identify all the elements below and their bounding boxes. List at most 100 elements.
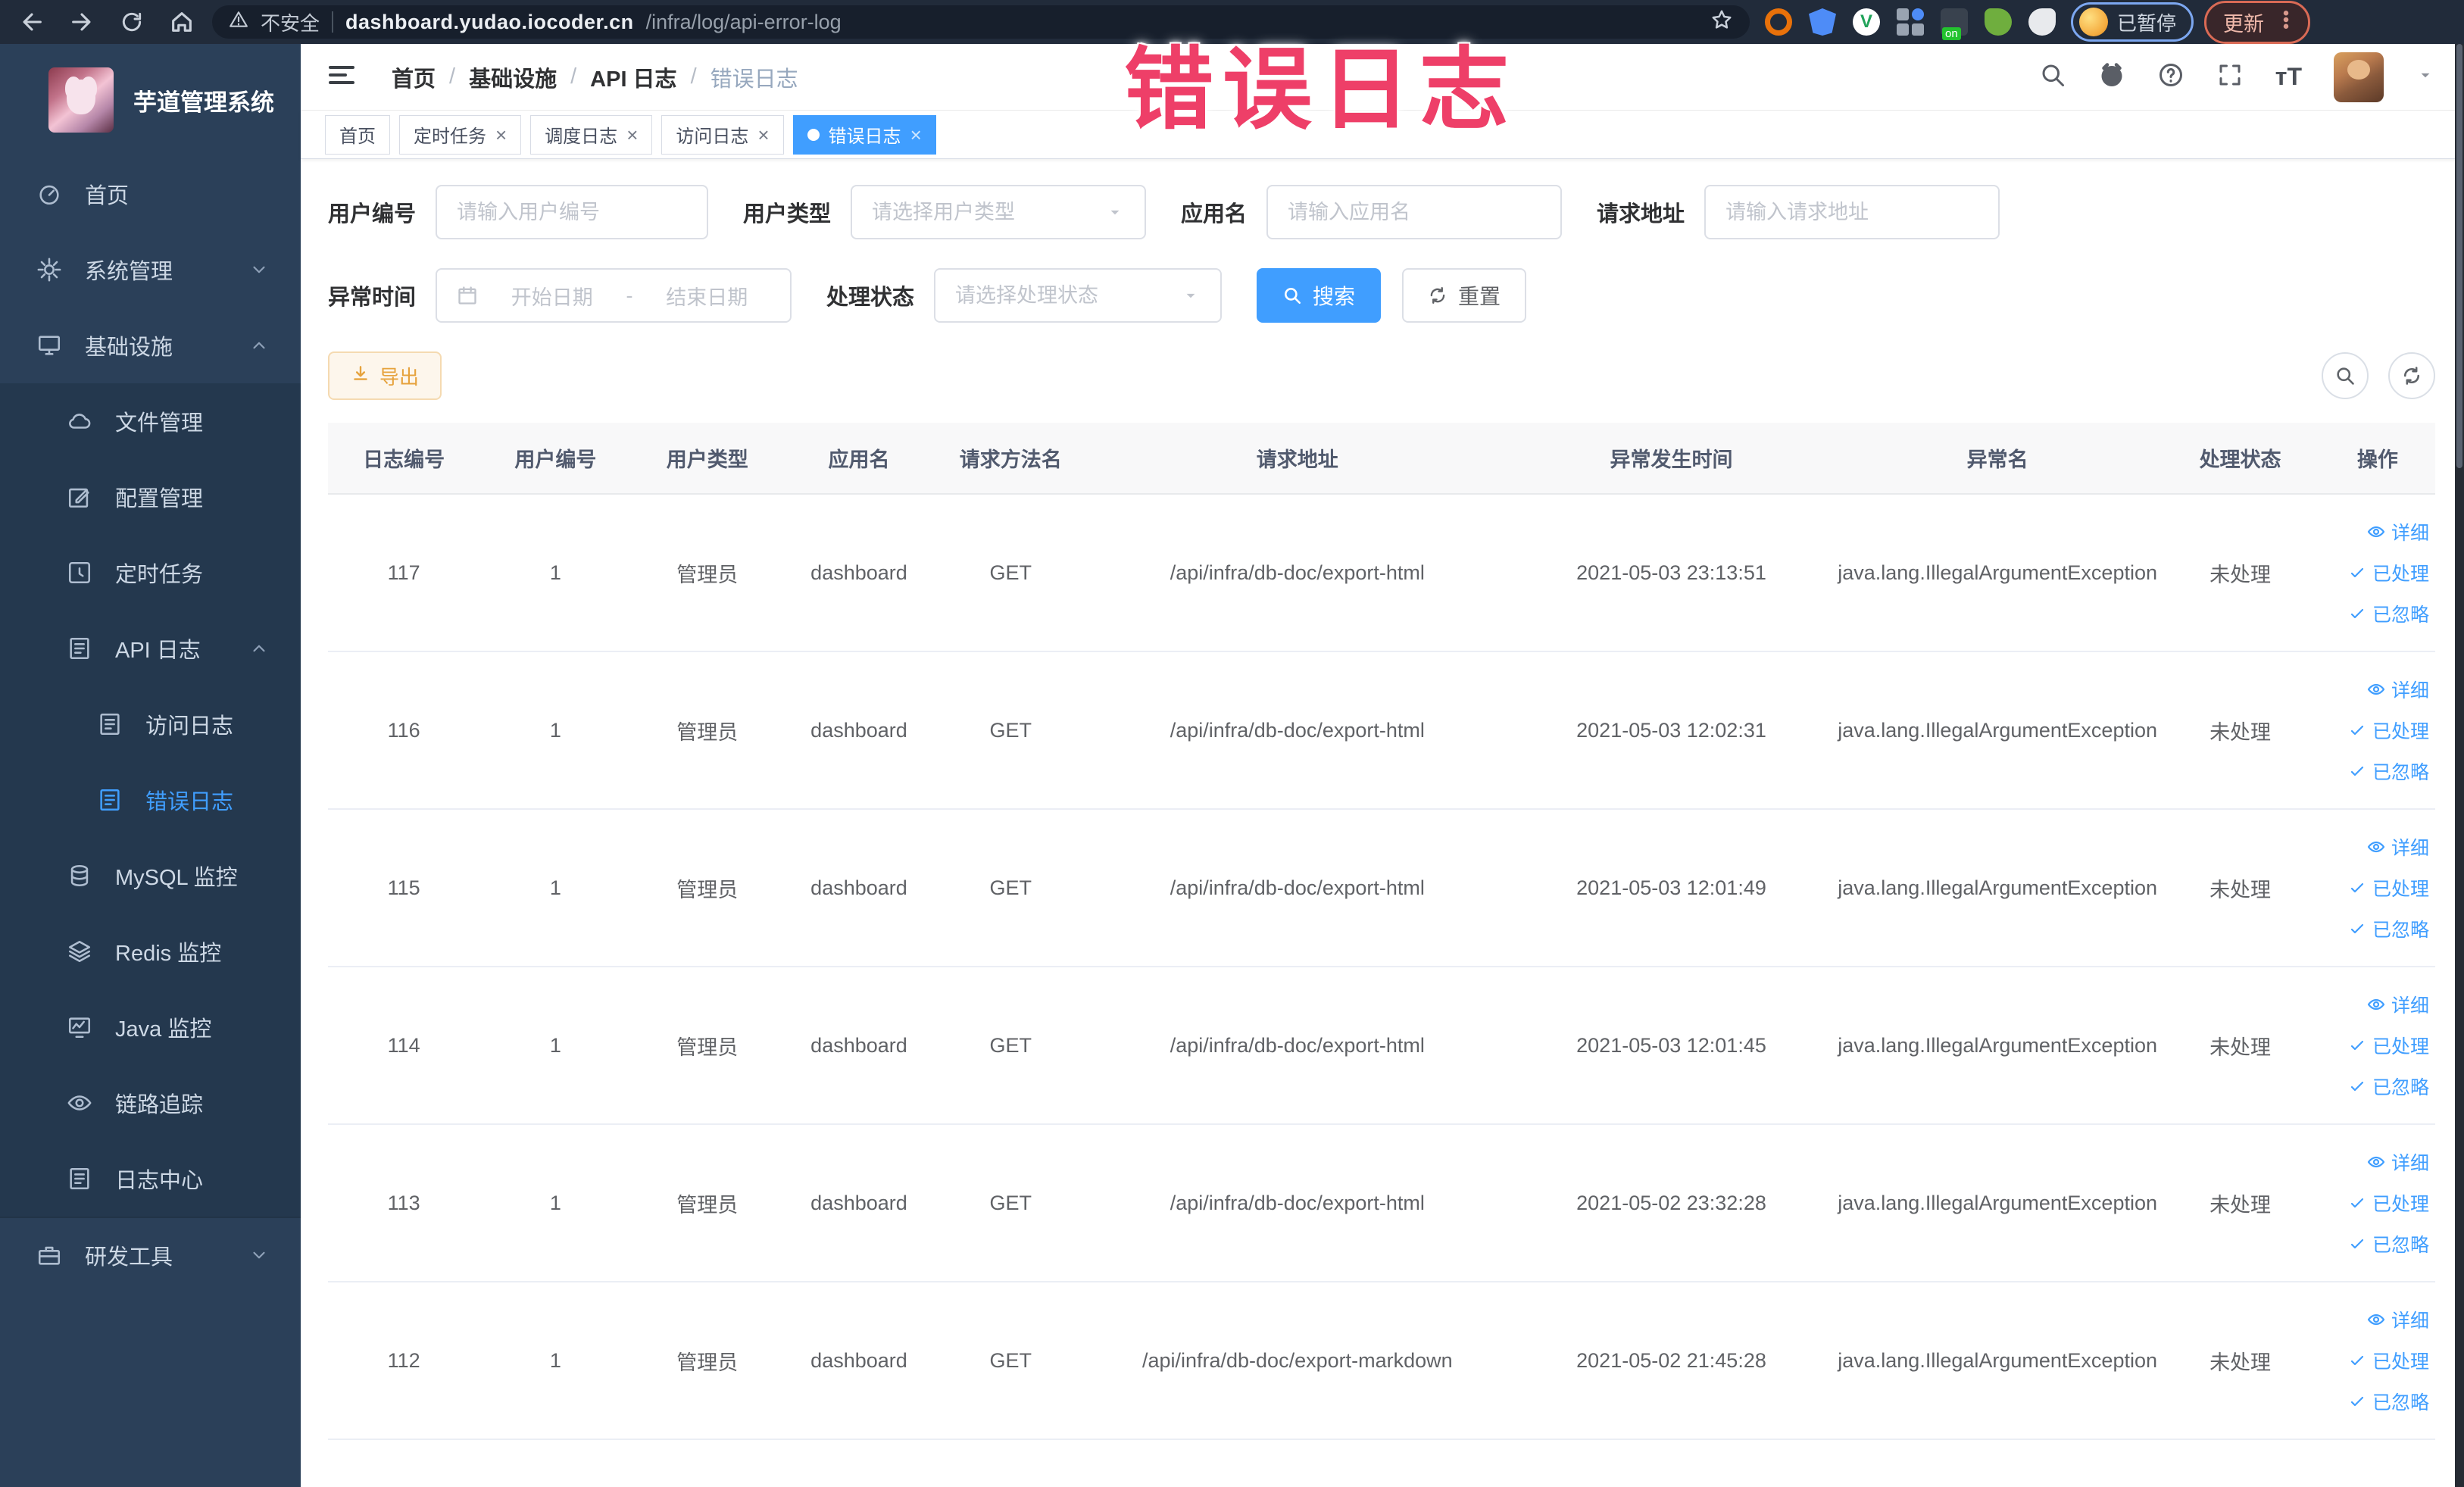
sidebar-item-链路追踪[interactable]: 链路追踪 [0, 1065, 301, 1141]
check-icon [2348, 920, 2366, 938]
search-button[interactable]: 搜索 [1257, 268, 1382, 323]
tag-label: 首页 [339, 127, 376, 147]
tag-close-icon[interactable]: × [495, 125, 507, 145]
refresh-button[interactable] [2388, 352, 2435, 399]
filter-error_time-input[interactable]: 开始日期 - 结束日期 [436, 268, 792, 323]
tag-定时任务[interactable]: 定时任务 × [399, 114, 522, 155]
sidebar-item-访问日志[interactable]: 访问日志 [0, 686, 301, 762]
user-avatar[interactable] [2334, 52, 2384, 102]
tag-close-icon[interactable]: × [757, 125, 769, 145]
tag-访问日志[interactable]: 访问日志 × [661, 114, 784, 155]
help-icon[interactable] [2157, 61, 2184, 92]
sidebar-item-Redis 监控[interactable]: Redis 监控 [0, 914, 301, 989]
app_name-input[interactable] [1288, 200, 1541, 224]
profile-paused-pill[interactable]: 已暂停 [2071, 2, 2194, 42]
action-已处理[interactable]: 已处理 [2348, 1032, 2429, 1059]
search-toggle-button[interactable] [2322, 352, 2369, 399]
filter-request_url-input[interactable] [1704, 185, 2000, 239]
tag-close-icon[interactable]: × [910, 125, 922, 145]
font-size-icon[interactable]: тT [2275, 63, 2302, 91]
action-已忽略[interactable]: 已忽略 [2348, 1073, 2429, 1100]
on-badge-extension[interactable] [1941, 8, 1968, 40]
filter-user_type-select[interactable] [851, 185, 1147, 239]
sidebar-item-基础设施[interactable]: 基础设施 [0, 308, 301, 383]
reload-icon[interactable] [112, 2, 151, 42]
action-已处理[interactable]: 已处理 [2348, 1347, 2429, 1374]
back-icon[interactable] [12, 2, 52, 42]
sidebar-item-MySQL 监控[interactable]: MySQL 监控 [0, 838, 301, 914]
user_type-input[interactable] [872, 200, 1095, 224]
forward-icon[interactable] [62, 2, 101, 42]
bookmark-star-icon[interactable] [1710, 8, 1733, 36]
puzzle-extension[interactable] [2028, 8, 2056, 36]
action-已忽略[interactable]: 已忽略 [2348, 1388, 2429, 1415]
sidebar-item-label: API 日志 [115, 639, 201, 663]
caret-down-icon [1181, 286, 1201, 305]
sidebar-item-系统管理[interactable]: 系统管理 [0, 232, 301, 308]
cell-user_type: 管理员 [631, 809, 783, 967]
sidebar-item-Java 监控[interactable]: Java 监控 [0, 989, 301, 1065]
sidebar-item-日志中心[interactable]: 日志中心 [0, 1141, 301, 1217]
cell-app_name: dashboard [782, 1124, 935, 1282]
fullscreen-icon[interactable] [2216, 61, 2244, 92]
tag-首页[interactable]: 首页 [325, 114, 390, 155]
green-leaf-extension[interactable] [1985, 8, 2012, 36]
export-button[interactable]: 导出 [328, 351, 442, 400]
cell-id: 117 [328, 494, 480, 652]
green-v-extension[interactable]: V [1853, 8, 1880, 36]
cell-app_name: dashboard [782, 494, 935, 652]
sidebar-item-文件管理[interactable]: 文件管理 [0, 383, 301, 459]
sidebar-item-研发工具[interactable]: 研发工具 [0, 1217, 301, 1292]
window-scrollbar[interactable] [2455, 44, 2464, 1487]
action-已忽略[interactable]: 已忽略 [2348, 915, 2429, 942]
action-详细[interactable]: 详细 [2367, 991, 2429, 1018]
process_status-input[interactable] [955, 283, 1171, 308]
home-icon[interactable] [162, 2, 201, 42]
request_url-input[interactable] [1725, 200, 1979, 224]
app-logo-row[interactable]: 芋道管理系统 [0, 44, 301, 156]
sidebar-item-错误日志[interactable]: 错误日志 [0, 762, 301, 838]
search-icon[interactable] [2039, 61, 2066, 92]
column-header-异常名: 异常名 [1834, 423, 2161, 495]
breadcrumb-item[interactable]: 首页 [392, 61, 436, 93]
action-详细[interactable]: 详细 [2367, 518, 2429, 545]
action-详细[interactable]: 详细 [2367, 1148, 2429, 1176]
sidebar-item-首页[interactable]: 首页 [0, 156, 301, 232]
action-已处理[interactable]: 已处理 [2348, 559, 2429, 586]
action-已处理[interactable]: 已处理 [2348, 874, 2429, 901]
browser-update-button[interactable]: 更新 [2204, 0, 2311, 44]
filter-process_status-select[interactable] [934, 268, 1223, 323]
tag-调度日志[interactable]: 调度日志 × [530, 114, 653, 155]
action-已处理[interactable]: 已处理 [2348, 1189, 2429, 1217]
blue-shield-extension[interactable] [1809, 8, 1836, 36]
reset-button[interactable]: 重置 [1402, 268, 1527, 323]
action-详细[interactable]: 详细 [2367, 833, 2429, 861]
address-bar[interactable]: 不安全 dashboard.yudao.iocoder.cn/infra/log… [212, 5, 1750, 39]
browser-menu-icon[interactable] [2275, 8, 2297, 36]
log-icon [97, 711, 123, 737]
avatar-caret-down-icon[interactable] [2416, 65, 2435, 89]
orange-circle-extension[interactable] [1765, 8, 1792, 36]
action-已忽略[interactable]: 已忽略 [2348, 600, 2429, 627]
action-已忽略[interactable]: 已忽略 [2348, 1230, 2429, 1257]
collapse-sidebar-icon[interactable] [326, 60, 360, 94]
tag-close-icon[interactable]: × [626, 125, 638, 145]
filter-app_name-input[interactable] [1266, 185, 1563, 239]
sidebar-item-配置管理[interactable]: 配置管理 [0, 459, 301, 535]
filter-user_id-input[interactable] [436, 185, 709, 239]
sidebar-item-定时任务[interactable]: 定时任务 [0, 535, 301, 611]
sidebar-item-API 日志[interactable]: API 日志 [0, 611, 301, 686]
grid-extension[interactable] [1897, 8, 1924, 36]
user_id-input[interactable] [457, 200, 688, 224]
action-详细[interactable]: 详细 [2367, 1306, 2429, 1333]
action-已忽略[interactable]: 已忽略 [2348, 758, 2429, 785]
check-icon [2348, 1077, 2366, 1095]
action-详细[interactable]: 详细 [2367, 676, 2429, 703]
breadcrumb: 首页 / 基础设施 / API 日志 / 错误日志 [392, 61, 798, 93]
action-已处理[interactable]: 已处理 [2348, 717, 2429, 744]
breadcrumb-item[interactable]: API 日志 [590, 61, 676, 93]
breadcrumb-item[interactable]: 基础设施 [469, 61, 557, 93]
github-icon[interactable] [2098, 61, 2125, 92]
tag-错误日志[interactable]: 错误日志 × [792, 114, 936, 155]
column-header-操作: 操作 [2319, 423, 2435, 495]
